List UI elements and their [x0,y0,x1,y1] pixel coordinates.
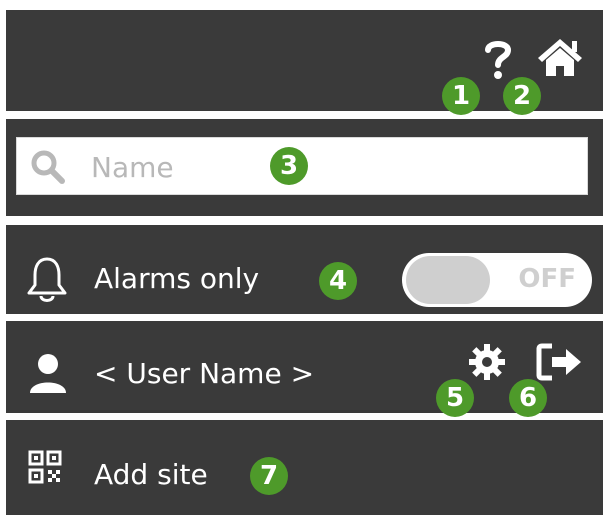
alarms-row: Alarms only 4 OFF [6,225,603,314]
user-icon [30,354,66,393]
qr-code-icon [28,450,62,484]
app-panel: 1 2 3 Alarms only 4 OFF < Us [6,10,603,515]
search-icon [31,150,65,184]
add-site-label: Add site [94,458,208,491]
search-field[interactable]: 3 [16,137,588,195]
header-bar: 1 2 [6,10,603,115]
home-icon[interactable] [534,36,586,78]
gear-icon[interactable] [468,343,506,381]
badge-1: 1 [442,77,480,115]
bell-icon [27,257,67,302]
toggle-state-label: OFF [518,264,576,294]
help-icon[interactable] [484,38,512,82]
badge-2: 2 [503,77,541,115]
search-bar: 3 [6,119,603,216]
alarms-only-label: Alarms only [94,262,260,295]
add-site-row[interactable]: Add site 7 [6,420,603,515]
badge-5: 5 [436,379,474,417]
user-name-label[interactable]: < User Name > [94,357,314,390]
badge-3: 3 [270,147,308,185]
toggle-knob [406,256,490,304]
badge-4: 4 [319,262,357,300]
search-input[interactable] [89,144,393,190]
badge-6: 6 [509,379,547,417]
user-row: < User Name > 5 6 [6,321,603,417]
alarms-only-toggle[interactable]: OFF [402,253,592,307]
badge-7: 7 [250,457,288,495]
logout-icon[interactable] [536,343,584,381]
